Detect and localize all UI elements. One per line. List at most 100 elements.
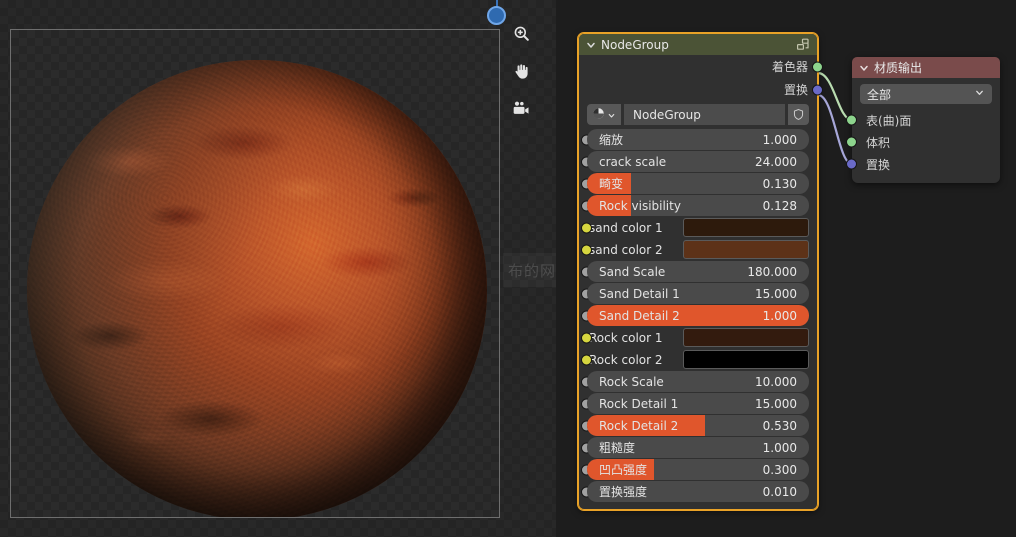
property-slider[interactable]: 置换强度 0.010 bbox=[587, 481, 809, 502]
property-label: Rock color 1 bbox=[589, 330, 663, 345]
output-socket-row-displacement[interactable]: 置换 bbox=[579, 78, 823, 101]
view-axis-gizmo[interactable] bbox=[487, 0, 507, 25]
property-label: Rock Scale bbox=[599, 374, 664, 389]
property-label: Rock Detail 1 bbox=[599, 396, 679, 411]
output-target-select[interactable]: 全部 bbox=[860, 84, 992, 104]
property-row-value[interactable]: Rock Scale 10.000 bbox=[581, 371, 809, 392]
property-value: 1.000 bbox=[762, 308, 797, 323]
nodegroup-properties: 缩放 1.000 crack scale 24.000 畸变 0.130 Rock visi… bbox=[579, 129, 817, 502]
socket-surface-in[interactable] bbox=[846, 114, 857, 126]
property-row-color[interactable]: sand color 2 bbox=[581, 239, 809, 260]
property-value: 1.000 bbox=[762, 440, 797, 455]
property-row-value[interactable]: 粗糙度 1.000 bbox=[581, 437, 809, 458]
property-slider[interactable]: Sand Scale 180.000 bbox=[587, 261, 809, 282]
node-material-output-header[interactable]: 材质输出 bbox=[852, 57, 1000, 78]
viewport-tools bbox=[508, 20, 534, 122]
nodegroup-datablock-row[interactable]: NodeGroup bbox=[587, 104, 809, 125]
node-nodegroup-title: NodeGroup bbox=[601, 37, 669, 52]
color-swatch[interactable] bbox=[683, 350, 809, 369]
color-swatch[interactable] bbox=[683, 218, 809, 237]
property-label: Rock Detail 2 bbox=[599, 418, 679, 433]
property-slider[interactable]: Rock visibility 0.128 bbox=[587, 195, 809, 216]
node-material-output[interactable]: 材质输出 全部 表(曲)面 体积 置换 bbox=[846, 57, 1000, 183]
property-slider[interactable]: Sand Detail 2 1.000 bbox=[587, 305, 809, 326]
gizmo-knob[interactable] bbox=[487, 6, 506, 25]
property-row-value[interactable]: Rock visibility 0.128 bbox=[581, 195, 809, 216]
property-row-value[interactable]: 置换强度 0.010 bbox=[581, 481, 809, 502]
property-value: 1.000 bbox=[762, 132, 797, 147]
chevron-down-icon bbox=[974, 87, 985, 101]
property-value: 24.000 bbox=[755, 154, 797, 169]
property-slider[interactable]: 畸变 0.130 bbox=[587, 173, 809, 194]
property-label: Sand Scale bbox=[599, 264, 666, 279]
property-slider[interactable]: 凹凸强度 0.300 bbox=[587, 459, 809, 480]
property-slider[interactable]: Sand Detail 1 15.000 bbox=[587, 283, 809, 304]
socket-input-9[interactable] bbox=[581, 332, 592, 343]
property-label: sand color 1 bbox=[589, 220, 663, 235]
planet-sphere bbox=[27, 60, 487, 517]
magnifier-plus-icon bbox=[512, 24, 531, 43]
property-slider[interactable]: Rock Detail 1 15.000 bbox=[587, 393, 809, 414]
node-nodegroup[interactable]: NodeGroup 着色器 置换 NodeGroup 缩放 1.000 crac… bbox=[577, 32, 823, 511]
socket-displacement-out[interactable] bbox=[812, 84, 823, 95]
socket-shader-out[interactable] bbox=[812, 61, 823, 72]
property-slider[interactable]: Rock Detail 2 0.530 bbox=[587, 415, 809, 436]
node-nodegroup-header[interactable]: NodeGroup bbox=[579, 34, 817, 55]
planet-render bbox=[27, 60, 487, 517]
property-value: 0.130 bbox=[762, 176, 797, 191]
property-slider[interactable]: crack scale 24.000 bbox=[587, 151, 809, 172]
camera-icon bbox=[511, 99, 531, 119]
property-label: 畸变 bbox=[599, 177, 624, 191]
pan-tool[interactable] bbox=[508, 58, 534, 84]
property-slider[interactable]: 粗糙度 1.000 bbox=[587, 437, 809, 458]
input-label-volume: 体积 bbox=[866, 135, 891, 150]
property-row-color[interactable]: sand color 1 bbox=[581, 217, 809, 238]
input-socket-row-displacement[interactable]: 置换 bbox=[846, 153, 1000, 175]
property-row-value[interactable]: 凹凸强度 0.300 bbox=[581, 459, 809, 480]
link-displacement-to-displacement bbox=[817, 93, 853, 166]
output-label-displacement: 置换 bbox=[783, 83, 808, 97]
shader-node-editor[interactable]: NodeGroup 着色器 置换 NodeGroup 缩放 1.000 crac… bbox=[556, 0, 1016, 537]
socket-input-4[interactable] bbox=[581, 222, 592, 233]
property-row-value[interactable]: Sand Detail 2 1.000 bbox=[581, 305, 809, 326]
socket-input-10[interactable] bbox=[581, 354, 592, 365]
property-label: sand color 2 bbox=[589, 242, 663, 257]
property-row-value[interactable]: crack scale 24.000 bbox=[581, 151, 809, 172]
zoom-tool[interactable] bbox=[508, 20, 534, 46]
chevron-down-icon[interactable] bbox=[585, 39, 597, 51]
input-socket-row-surface[interactable]: 表(曲)面 bbox=[846, 109, 1000, 131]
property-row-value[interactable]: 畸变 0.130 bbox=[581, 173, 809, 194]
camera-tool[interactable] bbox=[508, 96, 534, 122]
planet-limb-shading bbox=[27, 60, 487, 517]
color-swatch[interactable] bbox=[683, 240, 809, 259]
property-slider[interactable]: 缩放 1.000 bbox=[587, 129, 809, 150]
nodegroup-name-field[interactable]: NodeGroup bbox=[624, 104, 785, 125]
property-row-value[interactable]: 缩放 1.000 bbox=[581, 129, 809, 150]
property-row-color[interactable]: Rock color 2 bbox=[581, 349, 809, 370]
property-row-value[interactable]: Rock Detail 1 15.000 bbox=[581, 393, 809, 414]
material-sphere-icon bbox=[592, 105, 605, 124]
property-row-value[interactable]: Sand Detail 1 15.000 bbox=[581, 283, 809, 304]
property-label: Sand Detail 2 bbox=[599, 308, 680, 323]
link-shader-to-surface bbox=[817, 71, 853, 122]
chevron-down-icon[interactable] bbox=[858, 62, 870, 74]
output-socket-row-shader[interactable]: 着色器 bbox=[579, 55, 823, 78]
node-group-icon[interactable] bbox=[795, 37, 811, 53]
socket-input-5[interactable] bbox=[581, 244, 592, 255]
socket-displacement-in[interactable] bbox=[846, 158, 857, 170]
nodegroup-browse-button[interactable] bbox=[587, 104, 621, 125]
property-value: 15.000 bbox=[755, 396, 797, 411]
property-value: 0.010 bbox=[762, 484, 797, 499]
hand-icon bbox=[512, 62, 531, 81]
property-row-value[interactable]: Sand Scale 180.000 bbox=[581, 261, 809, 282]
property-label: Rock color 2 bbox=[589, 352, 663, 367]
property-slider[interactable]: Rock Scale 10.000 bbox=[587, 371, 809, 392]
property-label: crack scale bbox=[599, 154, 667, 169]
shield-icon[interactable] bbox=[788, 104, 809, 125]
property-value: 180.000 bbox=[747, 264, 797, 279]
socket-volume-in[interactable] bbox=[846, 136, 857, 148]
property-row-value[interactable]: Rock Detail 2 0.530 bbox=[581, 415, 809, 436]
property-row-color[interactable]: Rock color 1 bbox=[581, 327, 809, 348]
color-swatch[interactable] bbox=[683, 328, 809, 347]
input-socket-row-volume[interactable]: 体积 bbox=[846, 131, 1000, 153]
